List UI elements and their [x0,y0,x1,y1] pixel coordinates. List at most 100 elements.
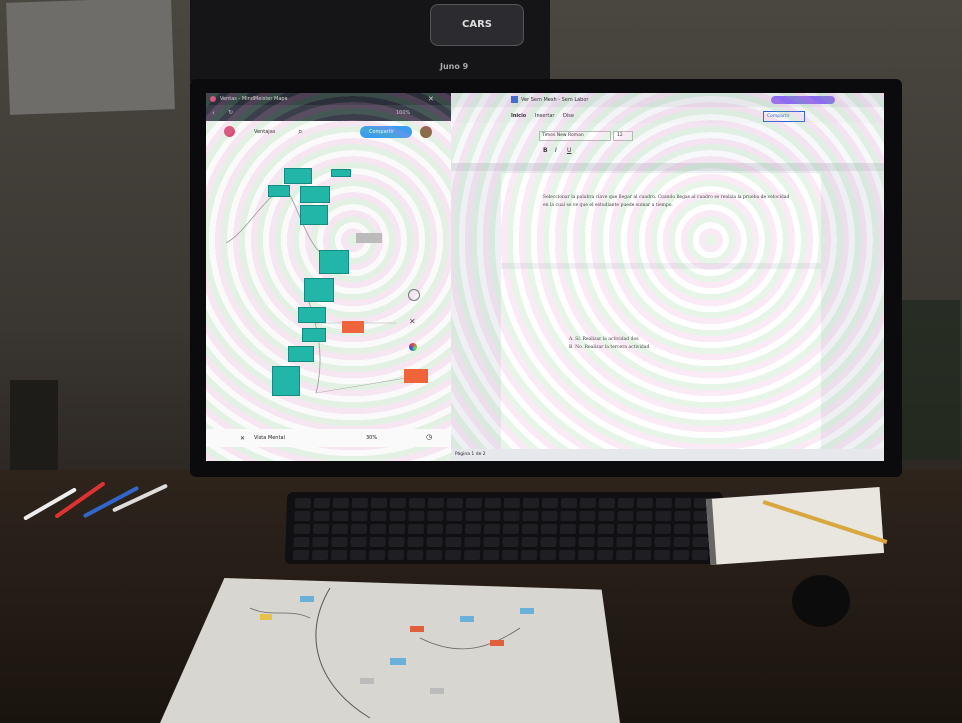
keyboard-key [673,524,691,534]
keyboard-key [559,524,577,534]
mindmap-note[interactable] [356,233,382,243]
keyboard-key [483,524,501,534]
marker [54,481,106,519]
doc-body-line[interactable]: en la cual se ve que el estudiante puede… [543,203,673,208]
mindmap-node[interactable] [300,186,330,203]
map-footer: ✕ Vista Mental 30% ◷ [206,429,451,447]
wall-sketch-paper [6,0,175,115]
underline-icon[interactable]: U [567,147,571,154]
mindmap-node[interactable] [319,250,349,274]
keyboard-key [560,498,578,508]
doc-tab-title[interactable]: Ver Sem Mesh - Sem Labor [521,97,588,103]
keyboard-key [484,511,501,521]
account-pill[interactable] [771,96,835,104]
desk-photo-scene: CARS Juno 9 Ventas - MindMeister Mapa ✕ … [0,0,962,723]
doc-list-item[interactable]: A. Sí. Realizar la actividad dos [569,337,639,342]
color-palette-icon[interactable] [409,343,417,351]
keyboard [284,492,724,564]
font-size-select[interactable]: 12 [613,131,633,141]
mindmap-node[interactable] [302,328,326,342]
keyboard-key [655,498,673,508]
paper-note [390,658,406,665]
keyboard-key [368,550,386,560]
keyboard-key [407,537,424,547]
keyboard-key [502,537,519,547]
notebook [705,487,885,565]
keyboard-key [293,524,311,534]
keyboard-key [654,524,672,534]
bold-icon[interactable]: B [543,147,548,154]
tools-icon[interactable]: ✕ [409,317,416,326]
keyboard-key [294,498,312,508]
doc-page-2 [501,269,821,459]
doc-tabbar: Ver Sem Mesh - Sem Labor [451,93,884,107]
footer-zoom[interactable]: 30% [366,435,377,441]
keyboard-key [521,537,538,547]
font-name-select[interactable]: Times New Roman [539,131,611,141]
doc-share-button[interactable]: Compartir [763,111,805,122]
keyboard-key [313,511,330,521]
keyboard-key [293,537,310,547]
keyboard-key [426,524,444,534]
mindmap-node-highlight[interactable] [342,321,364,333]
keyboard-key [465,511,482,521]
keyboard-key [579,498,597,508]
keyboard-key [425,550,443,560]
mindmap-node[interactable] [331,169,351,177]
keyboard-key [522,511,539,521]
footer-view-label[interactable]: Vista Mental [254,435,285,441]
keyboard-key [541,498,559,508]
mindmap-window: Ventas - MindMeister Mapa ✕ ‹ ↻ 100% Ven… [206,93,451,461]
keyboard-key [578,537,595,547]
view-icon[interactable]: ✕ [240,435,245,442]
keyboard-key [446,511,463,521]
keyboard-key [351,498,369,508]
mindmap-node-highlight[interactable] [404,369,428,383]
page-count: Página 1 de 2 [455,452,486,457]
poster-logo: CARS [430,4,524,46]
keyboard-key [331,524,349,534]
doc-share-label: Compartir [767,114,790,119]
ribbon-tab[interactable]: Dise [563,113,574,119]
help-icon[interactable]: ◷ [426,433,432,441]
doc-ribbon-tabs: Inicio Insertar Dise Compartir [451,107,884,123]
poster-logo-label: CARS [462,19,492,30]
keyboard-key [427,511,444,521]
mindmap-node[interactable] [272,366,300,396]
keyboard-key [445,537,462,547]
paper-note [430,688,444,694]
keyboard-key [482,550,500,560]
font-name-value: Times New Roman [542,133,584,138]
mindmap-node[interactable] [300,205,328,225]
keyboard-key [294,511,311,521]
mindmap-node[interactable] [284,168,312,184]
keyboard-key [617,511,634,521]
keyboard-key [483,537,500,547]
doc-statusbar: Página 1 de 2 [451,449,884,461]
keyboard-key [445,524,463,534]
keyboard-key [388,524,406,534]
keyboard-key [350,524,368,534]
mouse [792,575,850,627]
keyboard-key [558,550,576,560]
keyboard-key [484,498,502,508]
mindmap-node[interactable] [298,307,326,323]
keyboard-key [635,537,652,547]
mindmap-node[interactable] [304,278,334,302]
keyboard-key [672,550,690,560]
paper-note [300,596,314,602]
keyboard-key [426,537,443,547]
keyboard-key [692,524,710,534]
settings-icon[interactable] [408,289,420,301]
keyboard-key [598,498,616,508]
ribbon-tab[interactable]: Insertar [535,113,554,119]
mindmap-node[interactable] [288,346,314,362]
ribbon-tab[interactable]: Inicio [511,113,526,119]
doc-list-item[interactable]: B. No. Realizar la tercera actividad [569,345,649,350]
keyboard-key [636,498,654,508]
doc-app-icon [511,96,518,103]
doc-body-line[interactable]: Seleccionar la palabra clave que llegar … [543,195,789,200]
mindmap-node[interactable] [268,185,290,197]
keyboard-key [597,537,614,547]
italic-icon[interactable]: I [555,147,557,154]
